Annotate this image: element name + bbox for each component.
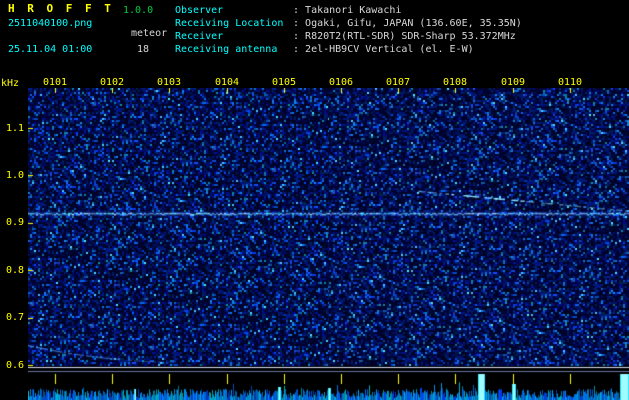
y-tick-label: 0.9 xyxy=(5,217,24,228)
info-value: R820T2(RTL-SDR) SDR-Sharp 53.372MHz xyxy=(305,31,516,42)
echo-count: 18 xyxy=(137,44,150,55)
x-tick-label: 0103 xyxy=(157,77,182,88)
info-label: Receiving Location xyxy=(175,18,284,29)
x-tick-label: 0104 xyxy=(215,77,240,88)
y-tick-label: 0.8 xyxy=(5,265,24,276)
info-value: Ogaki, Gifu, JAPAN (136.60E, 35.35N) xyxy=(305,18,522,29)
x-tick-label: 0101 xyxy=(43,77,68,88)
info-value: Takanori Kawachi xyxy=(305,5,402,16)
info-row-receiver: Receiver: R820T2(RTL-SDR) SDR-Sharp 53.3… xyxy=(175,31,516,42)
x-tick-label: 0107 xyxy=(386,77,411,88)
info-label: Receiver xyxy=(175,31,224,42)
y-tick-label: 0.6 xyxy=(5,360,24,371)
y-axis-unit: kHz xyxy=(1,78,20,89)
info-row-antenna: Receiving antenna: 2el-HB9CV Vertical (e… xyxy=(175,44,474,55)
y-tick-label: 0.7 xyxy=(5,312,24,323)
x-tick-label: 0106 xyxy=(329,77,354,88)
info-separator: : xyxy=(293,18,306,29)
mode-label: meteor xyxy=(131,28,168,39)
timestamp: 25.11.04 01:00 xyxy=(8,44,93,55)
info-row-location: Receiving Location: Ogaki, Gifu, JAPAN (… xyxy=(175,18,522,29)
info-separator: : xyxy=(293,44,306,55)
x-tick-label: 0110 xyxy=(558,77,583,88)
app-title: H R O F F T xyxy=(8,2,114,15)
x-tick-label: 0105 xyxy=(272,77,297,88)
info-separator: : xyxy=(293,5,306,16)
x-tick-label: 0108 xyxy=(443,77,468,88)
info-label: Observer xyxy=(175,5,224,16)
spectrogram-canvas xyxy=(28,88,629,400)
x-tick-label: 0102 xyxy=(100,77,125,88)
x-tick-label: 0109 xyxy=(501,77,526,88)
info-row-observer: Observer: Takanori Kawachi xyxy=(175,5,401,16)
info-separator: : xyxy=(293,31,306,42)
info-label: Receiving antenna xyxy=(175,44,278,55)
y-tick-label: 1.0 xyxy=(5,170,24,181)
app-version: 1.0.0 xyxy=(123,5,154,16)
output-filename: 2511040100.png xyxy=(8,18,93,29)
info-value: 2el-HB9CV Vertical (el. E-W) xyxy=(305,44,474,55)
hrofft-window: H R O F F T 1.0.0 2511040100.png meteor … xyxy=(0,0,629,400)
y-tick-label: 1.1 xyxy=(5,123,24,134)
